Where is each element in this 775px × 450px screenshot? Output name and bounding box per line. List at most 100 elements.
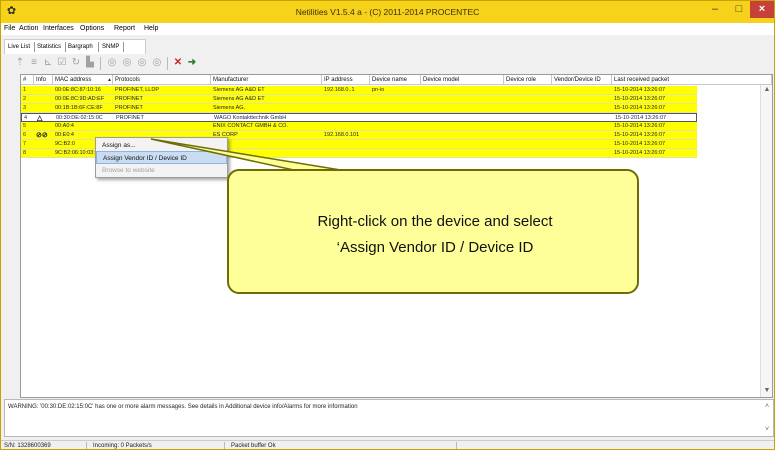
cell-protocols: PROFINET <box>115 96 143 102</box>
tab-divider <box>65 42 66 52</box>
ctx-assign-vendor-device-id[interactable]: Assign Vendor ID / Device ID <box>96 151 227 164</box>
network-scan-icon[interactable]: ⇡ <box>14 57 26 69</box>
cell-device-name: pn-io <box>372 87 385 93</box>
cell-role <box>504 95 552 104</box>
minimize-button[interactable]: – <box>703 1 727 18</box>
cell-ip: 192.168.0.101 <box>324 132 360 138</box>
cell-num: 3 <box>23 105 27 111</box>
column-header[interactable]: IP address <box>322 75 370 85</box>
binoculars-icon[interactable]: ◎ <box>121 57 133 69</box>
buffer-status: Packet buffer Ok <box>231 443 276 449</box>
window-title: Netilities V1.5.4 a - (C) 2011-2014 PROC… <box>295 7 480 17</box>
delete-icon[interactable]: ✕ <box>172 57 184 69</box>
scroll-down-icon[interactable]: ▼ <box>762 386 772 396</box>
cell-device-name <box>370 122 421 131</box>
panel-scroll-down-icon[interactable]: ˅ <box>762 425 772 435</box>
column-header[interactable]: Device model <box>421 75 504 85</box>
menu-report[interactable]: Report <box>114 24 135 34</box>
cell-role <box>504 86 552 95</box>
panel-scroll-up-icon[interactable]: ˄ <box>762 402 772 412</box>
tab-statistics[interactable]: Statistics <box>37 42 61 52</box>
vertical-scrollbar[interactable]: ▲ ▼ <box>760 85 772 397</box>
refresh-icon[interactable]: ↻ <box>70 57 82 69</box>
toolbar-divider <box>100 57 101 70</box>
cell-ip <box>322 95 370 104</box>
menu-help[interactable]: Help <box>144 24 158 34</box>
binoculars-icon[interactable]: ◎ <box>136 57 148 69</box>
tab-bargraph[interactable]: Bargraph <box>68 42 93 52</box>
info-cell <box>34 149 53 158</box>
tab-snmp[interactable]: SNMP <box>102 42 119 52</box>
ctx-browse-to-website[interactable]: Browse to website <box>96 164 227 177</box>
incoming-rate: Incoming: 0 Packets/s <box>93 443 152 449</box>
table-row[interactable]: 4 △ 00:30:DE:02:15:0C PROFINET WAGO Kontaktt… <box>21 113 697 122</box>
table-row[interactable]: 3 00:1B:1B:6F:CE:8F PROFINET Siemens AG, 15-… <box>21 104 697 113</box>
cell-last-packet: 15-10-2014 13:26:07 <box>614 105 666 111</box>
table-row[interactable]: 1 00:0E:8C:87:10:16 PROFINET, LLDP Siemens … <box>21 86 697 95</box>
toolbar-divider <box>167 57 168 70</box>
info-cell <box>34 140 53 149</box>
cell-mac: 00:0E:8C:87:10:16 <box>55 87 101 93</box>
cell-ip: 192.168.0..1 <box>324 87 355 93</box>
cell-device-name <box>370 131 421 140</box>
cell-vendor-id <box>552 104 612 113</box>
column-header[interactable]: Info <box>34 75 53 85</box>
menu-options[interactable]: Options <box>80 24 104 34</box>
cell-mac: 00:A0:4 <box>55 123 74 129</box>
maximize-button[interactable]: □ <box>727 1 751 18</box>
scroll-up-icon[interactable]: ▲ <box>762 85 772 95</box>
measure-icon[interactable]: ⊾ <box>42 57 54 69</box>
cell-manufacturer: Siemens AG A&D ET <box>213 87 265 93</box>
column-header[interactable]: Manufacturer <box>211 75 322 85</box>
cell-device-name <box>370 104 421 113</box>
table-row[interactable]: 5 00:A0:4 ENIX CONTACT GMBH & CO. 15-10-201… <box>21 122 697 131</box>
menu-interfaces[interactable]: Interfaces <box>43 24 74 34</box>
column-header[interactable]: # <box>21 75 34 85</box>
context-menu: Assign as... Assign Vendor ID / Device I… <box>95 137 228 178</box>
cell-last-packet: 15-10-2014 13:26:07 <box>614 141 666 147</box>
cell-role <box>504 122 552 131</box>
cell-ip <box>322 122 370 131</box>
cell-model <box>421 131 504 140</box>
column-header[interactable]: Last received packet <box>612 75 772 85</box>
binoculars-icon[interactable]: ◎ <box>151 57 163 69</box>
cell-manufacturer: Siemens AG A&D ET <box>213 96 265 102</box>
list-icon[interactable]: ≡ <box>28 57 40 69</box>
cell-num: 5 <box>23 123 27 129</box>
cell-model <box>421 86 504 95</box>
cell-ip <box>322 149 370 158</box>
chart-icon[interactable]: ☑ <box>56 57 68 69</box>
menu-action[interactable]: Action <box>19 24 38 34</box>
column-header[interactable]: Protocols <box>113 75 211 85</box>
cell-model <box>421 122 504 131</box>
table-header: # Info MAC address Protocols Manufacturer IP … <box>21 75 772 85</box>
cell-last-packet: 15-10-2014 13:26:07 <box>614 150 666 156</box>
sort-ascending-icon[interactable]: ▲ <box>107 75 112 85</box>
cell-num: 8 <box>23 150 27 156</box>
tab-strip: Live List Statistics Bargraph SNMP <box>4 39 146 54</box>
info-cell <box>34 86 53 95</box>
binoculars-icon[interactable]: ◎ <box>106 57 118 69</box>
callout-line-2: ‘Assign Vendor ID / Device ID <box>336 239 534 256</box>
tab-divider <box>98 42 99 52</box>
menu-file[interactable]: File <box>4 24 15 34</box>
cell-last-packet: 15-10-2014 13:26:07 <box>614 132 666 138</box>
column-header[interactable]: Vendor/Device ID <box>552 75 612 85</box>
bargraph-icon[interactable]: ▙ <box>84 57 96 69</box>
cell-role <box>504 140 552 149</box>
cell-model <box>421 140 504 149</box>
cell-role <box>504 131 552 140</box>
close-button[interactable]: × <box>750 1 774 18</box>
cell-num: 1 <box>23 87 27 93</box>
info-cell <box>34 122 53 131</box>
column-header[interactable]: MAC address <box>53 75 113 85</box>
table-row[interactable]: 2 00:0E:8C:9D:AD:EF PROFINET Siemens AG A&D… <box>21 95 697 104</box>
column-header[interactable]: Device name <box>370 75 421 85</box>
warning-message: WARNING: '00:30:DE:02:15:0C' has one or … <box>8 404 358 410</box>
tab-live-list[interactable]: Live List <box>8 42 30 52</box>
add-icon[interactable]: ➜ <box>186 57 198 69</box>
column-header[interactable]: Device role <box>504 75 552 85</box>
cell-ip <box>322 104 370 113</box>
cell-last-packet: 15-10-2014 13:26:07 <box>614 123 666 129</box>
cell-num: 6 <box>23 132 27 138</box>
